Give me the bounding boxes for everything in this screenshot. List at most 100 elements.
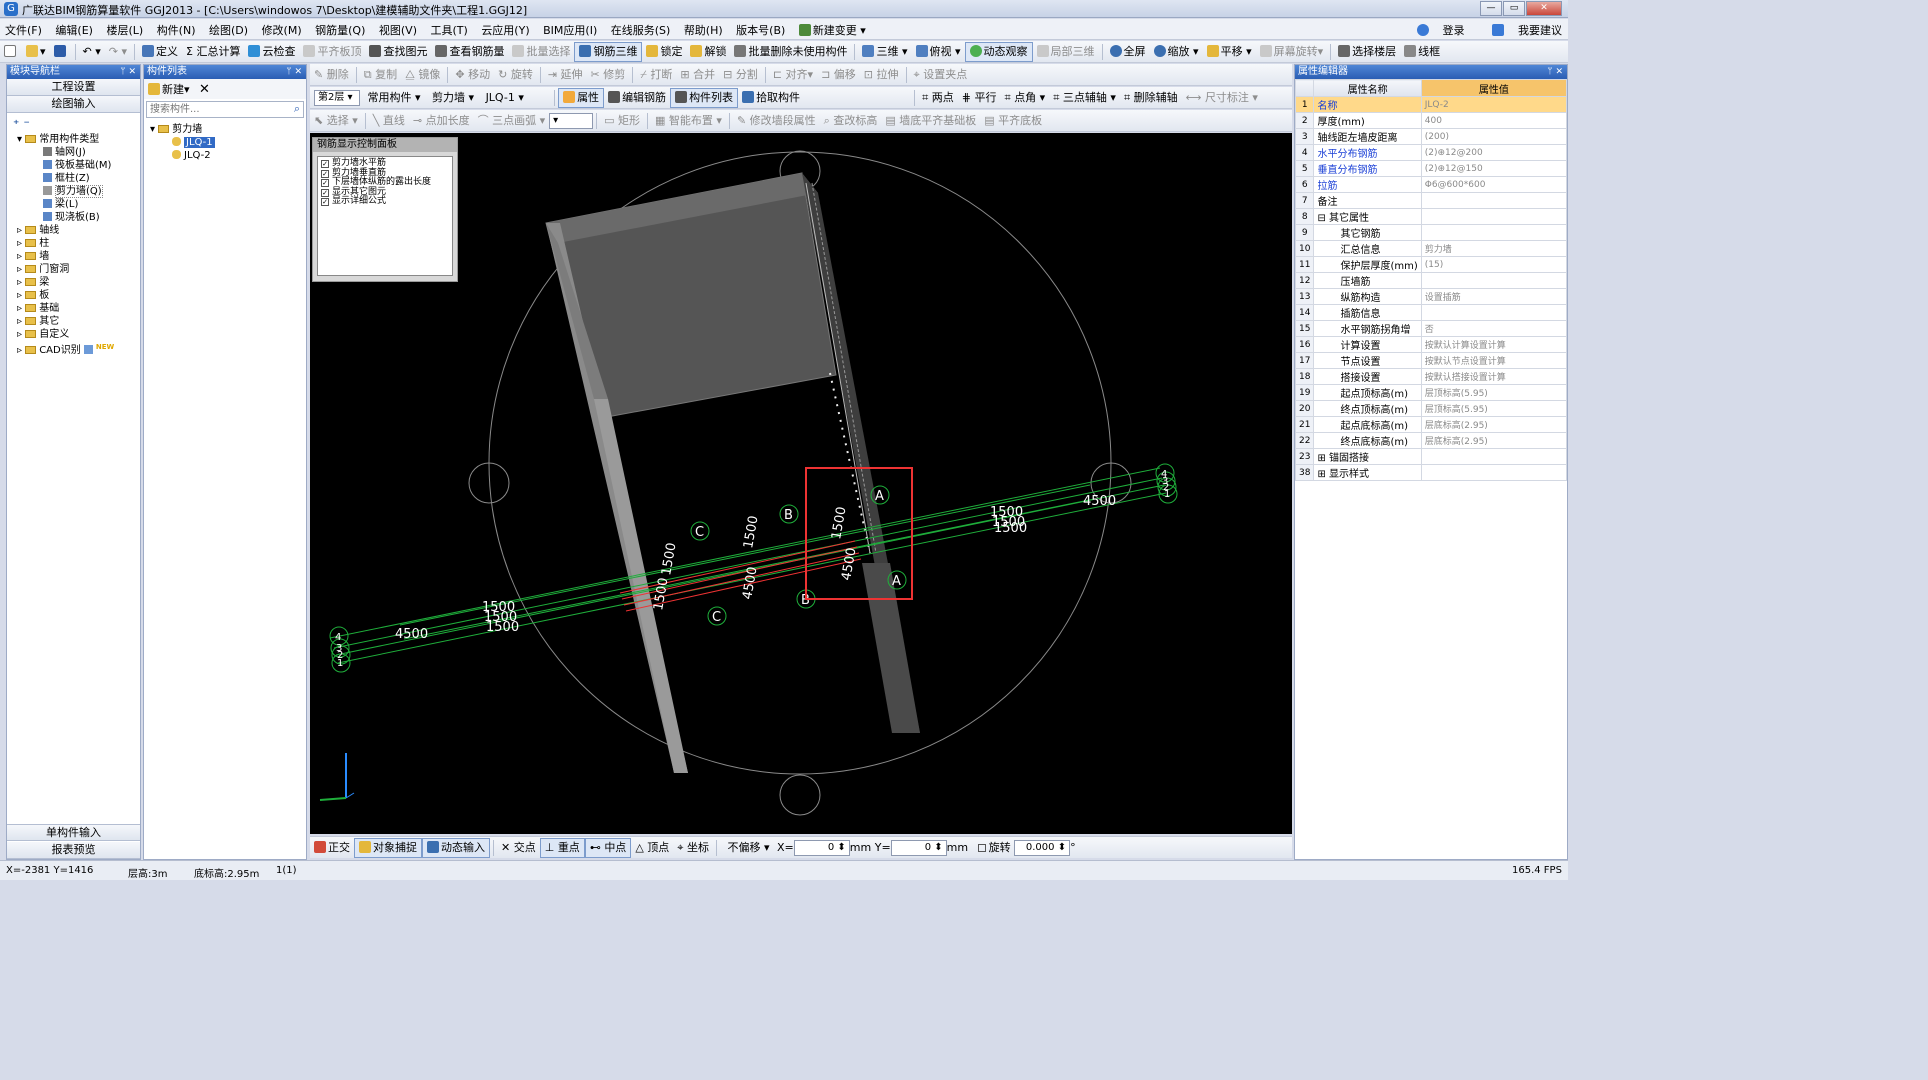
property-value[interactable]: 设置插筋: [1420, 288, 1568, 305]
perpendicular-toggle[interactable]: ⊥ 重点: [539, 838, 585, 858]
property-row[interactable]: 7 备注: [1294, 192, 1568, 209]
property-value[interactable]: 否: [1420, 320, 1568, 337]
menu-tools[interactable]: 工具(T): [426, 19, 473, 41]
delete-button[interactable]: ✎ 删除: [310, 65, 353, 85]
property-row[interactable]: 22 终点底标高(m) 层底标高(2.95): [1294, 432, 1568, 449]
project-settings-button[interactable]: 工程设置: [7, 79, 140, 96]
open-button[interactable]: ▾: [22, 42, 50, 62]
property-row[interactable]: 38 ⊞ 显示样式: [1294, 464, 1568, 481]
tree-group-slab[interactable]: ▹ 板: [17, 289, 140, 302]
single-component-input-button[interactable]: 单构件输入: [7, 824, 140, 841]
tree-group-custom[interactable]: ▹ 自定义: [17, 328, 140, 341]
ortho-toggle[interactable]: 正交: [310, 838, 354, 858]
tree-item-beam[interactable]: 梁(L): [17, 198, 140, 211]
tree-group-foundation[interactable]: ▹ 基础: [17, 302, 140, 315]
define-button[interactable]: 定义: [138, 42, 182, 62]
property-value[interactable]: Φ6@600*600: [1420, 176, 1568, 193]
menu-help[interactable]: 帮助(H): [679, 19, 728, 41]
trim-button[interactable]: ✂ 修剪: [587, 65, 630, 85]
report-preview-button[interactable]: 报表预览: [7, 842, 140, 859]
property-value[interactable]: 按默认计算设置计算: [1420, 336, 1568, 353]
dynamic-input-toggle[interactable]: 动态输入: [422, 838, 490, 858]
property-value[interactable]: [1420, 208, 1568, 225]
extend-button[interactable]: ⇥ 延伸: [544, 65, 587, 85]
property-row[interactable]: 14 插筋信息: [1294, 304, 1568, 321]
property-row[interactable]: 13 纵筋构造 设置插筋: [1294, 288, 1568, 305]
property-row[interactable]: 11 保护层厚度(mm) (15): [1294, 256, 1568, 273]
rebar-3d-button[interactable]: 钢筋三维: [574, 42, 643, 62]
flush-slab-top-button[interactable]: 平齐板顶: [299, 42, 365, 62]
break-button[interactable]: ⌿ 打断: [636, 65, 676, 85]
three-point-arc-button[interactable]: ⌒ 三点画弧 ▾: [474, 111, 550, 131]
property-value[interactable]: [1420, 464, 1568, 481]
property-value[interactable]: (200): [1420, 128, 1568, 145]
unlock-button[interactable]: 解锁: [686, 42, 730, 62]
tree-group-column[interactable]: ▹ 柱: [17, 237, 140, 250]
floor-select[interactable]: 第2层 ▾: [314, 90, 360, 106]
rotate-checkbox[interactable]: [977, 844, 986, 852]
vertex-toggle[interactable]: △ 顶点: [631, 838, 673, 858]
mirror-button[interactable]: ⧋ 镜像: [401, 65, 444, 85]
new-component-button[interactable]: 新建▾: [148, 83, 190, 96]
component-select[interactable]: JLQ-1 ▾: [482, 88, 548, 108]
smart-layout-button[interactable]: ▦ 智能布置 ▾: [651, 111, 726, 131]
property-row[interactable]: 17 节点设置 按默认节点设置计算: [1294, 352, 1568, 369]
menu-draw[interactable]: 绘图(D): [204, 19, 253, 41]
rectangle-button[interactable]: ▭ 矩形: [600, 111, 644, 131]
tree-group-door-window[interactable]: ▹ 门窗洞: [17, 263, 140, 276]
component-search-box[interactable]: ⌕: [146, 101, 304, 118]
stretch-button[interactable]: ⊡ 拉伸: [860, 65, 903, 85]
line-button[interactable]: ╲ 直线: [369, 111, 409, 131]
wall-bottom-flush-button[interactable]: ▤ 墙底平齐基础板: [881, 111, 980, 131]
property-row[interactable]: 5 垂直分布钢筋 (2)⊕12@150: [1294, 160, 1568, 177]
property-row[interactable]: 16 计算设置 按默认计算设置计算: [1294, 336, 1568, 353]
pin-close-icon[interactable]: ᛘ ✕: [120, 65, 136, 79]
new-file-button[interactable]: [0, 42, 22, 62]
flush-bottom-button[interactable]: ▤ 平齐底板: [980, 111, 1046, 131]
move-button[interactable]: ✥ 移动: [451, 65, 494, 85]
property-value[interactable]: (2)⊕12@200: [1420, 144, 1568, 161]
property-row[interactable]: 21 起点底标高(m) 层底标高(2.95): [1294, 416, 1568, 433]
property-value[interactable]: (2)⊕12@150: [1420, 160, 1568, 177]
menu-view[interactable]: 视图(V): [374, 19, 422, 41]
tree-group-wall[interactable]: ▹ 墙: [17, 250, 140, 263]
property-row[interactable]: 20 终点顶标高(m) 层顶标高(5.95): [1294, 400, 1568, 417]
menu-bim[interactable]: BIM应用(I): [538, 19, 602, 41]
property-row[interactable]: 18 搭接设置 按默认搭接设置计算: [1294, 368, 1568, 385]
calculate-button[interactable]: Σ 汇总计算: [182, 42, 244, 62]
property-value[interactable]: [1420, 192, 1568, 209]
offset-select[interactable]: 不偏移 ▾: [723, 838, 773, 858]
batch-delete-button[interactable]: 批量删除未使用构件: [730, 42, 851, 62]
property-value[interactable]: 层底标高(2.95): [1420, 432, 1568, 449]
property-row[interactable]: 3 轴线距左墙皮距离 (200): [1294, 128, 1568, 145]
maximize-button[interactable]: ▭: [1503, 1, 1525, 16]
tree-group-cad[interactable]: ▹ CAD识别 NEW: [17, 341, 140, 357]
drawing-input-button[interactable]: 绘图输入: [7, 96, 140, 113]
property-row[interactable]: 15 水平钢筋拐角增否: [1294, 320, 1568, 337]
dimension-button[interactable]: ⟷ 尺寸标注 ▾: [1182, 88, 1262, 108]
point-length-button[interactable]: ⊸ 点加长度: [409, 111, 474, 131]
intersection-toggle[interactable]: ✕ 交点: [497, 838, 540, 858]
close-button[interactable]: ✕: [1526, 1, 1562, 16]
checkbox-icon[interactable]: ✓: [321, 188, 329, 197]
search-icon[interactable]: ⌕: [294, 102, 300, 116]
view-rebar-button[interactable]: 查看钢筋量: [431, 42, 508, 62]
checkbox-icon[interactable]: ✓: [321, 160, 329, 168]
property-value[interactable]: [1420, 448, 1568, 465]
property-value[interactable]: [1420, 304, 1568, 321]
option-show-formula[interactable]: ✓ 显示详细公式: [321, 196, 449, 207]
view-3d-button[interactable]: 三维 ▾: [858, 42, 911, 62]
property-value[interactable]: [1420, 224, 1568, 241]
property-row[interactable]: 8 ⊟ 其它属性: [1294, 208, 1568, 225]
property-value[interactable]: 按默认节点设置计算: [1420, 352, 1568, 369]
menu-rebar[interactable]: 钢筋量(Q): [310, 19, 370, 41]
local-3d-button[interactable]: 局部三维: [1033, 42, 1099, 62]
type-select[interactable]: 剪力墙 ▾: [428, 88, 478, 108]
property-value[interactable]: 层顶标高(5.95): [1420, 400, 1568, 417]
login-link[interactable]: 登录: [1405, 24, 1465, 37]
pin-close-icon[interactable]: ᛘ ✕: [1547, 65, 1563, 79]
menu-edit[interactable]: 编辑(E): [50, 19, 98, 41]
menu-component[interactable]: 构件(N): [152, 19, 201, 41]
property-value[interactable]: (15): [1420, 256, 1568, 273]
checkbox-icon[interactable]: ✓: [321, 179, 329, 187]
